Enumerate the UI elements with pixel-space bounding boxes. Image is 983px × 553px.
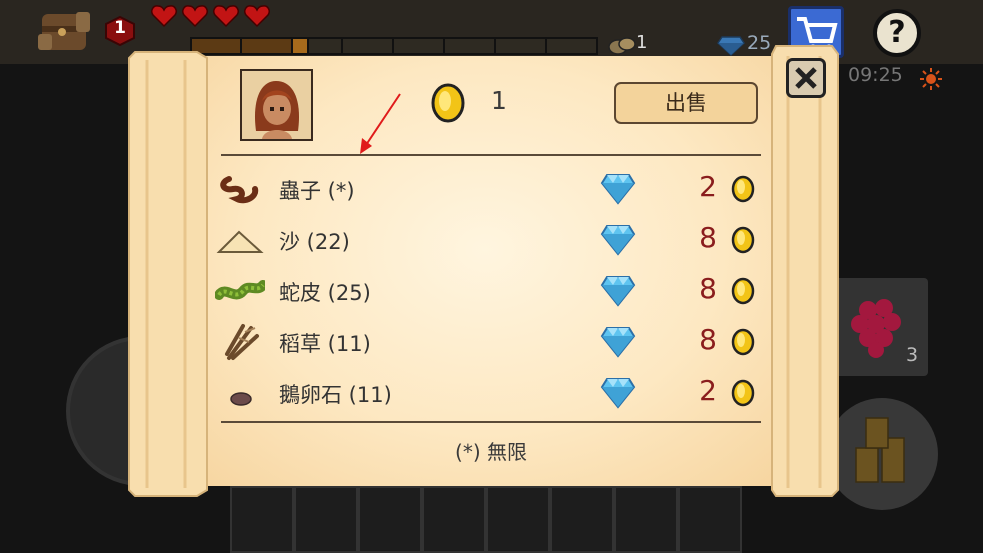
hotbar-slot[interactable] xyxy=(678,486,742,553)
coin-icon xyxy=(731,277,755,305)
coin-stack-icon xyxy=(855,417,905,483)
item-price: 8 xyxy=(699,272,717,305)
diamond-icon[interactable] xyxy=(600,224,636,256)
footnote: (*) 無限 xyxy=(455,440,527,464)
game-time: 09:25 xyxy=(848,64,903,86)
scroll-roll-left xyxy=(128,51,208,497)
item-name: 鵝卵石 (11) xyxy=(279,383,392,407)
worm-icon xyxy=(220,176,259,204)
item-name: 沙 (22) xyxy=(279,230,350,254)
ore-count: 1 xyxy=(636,32,648,53)
shop-item-row[interactable]: 稻草 (11) 8 xyxy=(215,318,770,369)
sand-pile-icon xyxy=(216,230,264,253)
coin-icon xyxy=(731,328,755,356)
hotbar-slot[interactable] xyxy=(614,486,678,553)
coin-icon xyxy=(731,379,755,407)
chest-icon[interactable] xyxy=(36,4,92,56)
question-mark-icon: ? xyxy=(888,15,906,50)
merchant-portrait xyxy=(240,69,313,141)
coins-stack-button[interactable] xyxy=(826,398,938,510)
coin-icon xyxy=(731,226,755,254)
heart-icon xyxy=(213,5,239,28)
player-level: 1 xyxy=(114,18,126,38)
shop-item-row[interactable]: 蟲子 (*) 2 xyxy=(215,165,770,216)
item-price: 2 xyxy=(699,374,717,407)
inventory-slot-count: 3 xyxy=(906,344,919,366)
help-button[interactable]: ? xyxy=(873,9,921,57)
divider xyxy=(221,421,761,423)
diamond-icon[interactable] xyxy=(600,326,636,358)
straw-icon xyxy=(225,324,259,360)
hotbar-slot[interactable] xyxy=(294,486,358,553)
sell-button[interactable]: 出售 xyxy=(614,82,758,124)
xp-bar xyxy=(190,37,598,55)
hotbar-slot[interactable] xyxy=(550,486,614,553)
hotbar xyxy=(230,486,754,553)
item-price: 8 xyxy=(699,221,717,254)
diamond-icon[interactable] xyxy=(600,275,636,307)
coin-icon xyxy=(731,175,755,203)
item-name: 蟲子 (*) xyxy=(279,179,355,203)
close-icon xyxy=(786,58,826,98)
hotbar-slot[interactable] xyxy=(230,486,294,553)
hotbar-slot[interactable] xyxy=(358,486,422,553)
avatar-icon xyxy=(242,71,311,139)
heart-icon xyxy=(151,5,177,28)
close-button[interactable] xyxy=(786,58,826,98)
item-price: 8 xyxy=(699,323,717,356)
heart-icon xyxy=(244,5,270,28)
shop-item-row[interactable]: 鵝卵石 (11) 2 xyxy=(215,369,770,420)
item-name: 蛇皮 (25) xyxy=(279,281,371,305)
player-coin-count: 1 xyxy=(491,86,507,115)
hotbar-slot[interactable] xyxy=(422,486,486,553)
sun-icon xyxy=(920,68,942,90)
heart-icon xyxy=(182,5,208,28)
snake-skin-icon xyxy=(215,280,265,300)
item-price: 2 xyxy=(699,170,717,203)
hotbar-slot[interactable] xyxy=(486,486,550,553)
red-arrow-annotation xyxy=(360,93,401,154)
gem-count: 25 xyxy=(747,32,772,54)
coin-icon xyxy=(431,83,465,123)
gem-icon xyxy=(717,36,745,56)
ore-icon xyxy=(608,37,636,55)
divider xyxy=(221,154,761,156)
pebble-icon xyxy=(230,392,252,406)
shop-item-row[interactable]: 蛇皮 (25) 8 xyxy=(215,267,770,318)
diamond-icon[interactable] xyxy=(600,377,636,409)
item-name: 稻草 (11) xyxy=(279,332,371,356)
diamond-icon[interactable] xyxy=(600,173,636,205)
scroll-roll-right xyxy=(771,45,839,497)
shop-item-row[interactable]: 沙 (22) 8 xyxy=(215,216,770,267)
